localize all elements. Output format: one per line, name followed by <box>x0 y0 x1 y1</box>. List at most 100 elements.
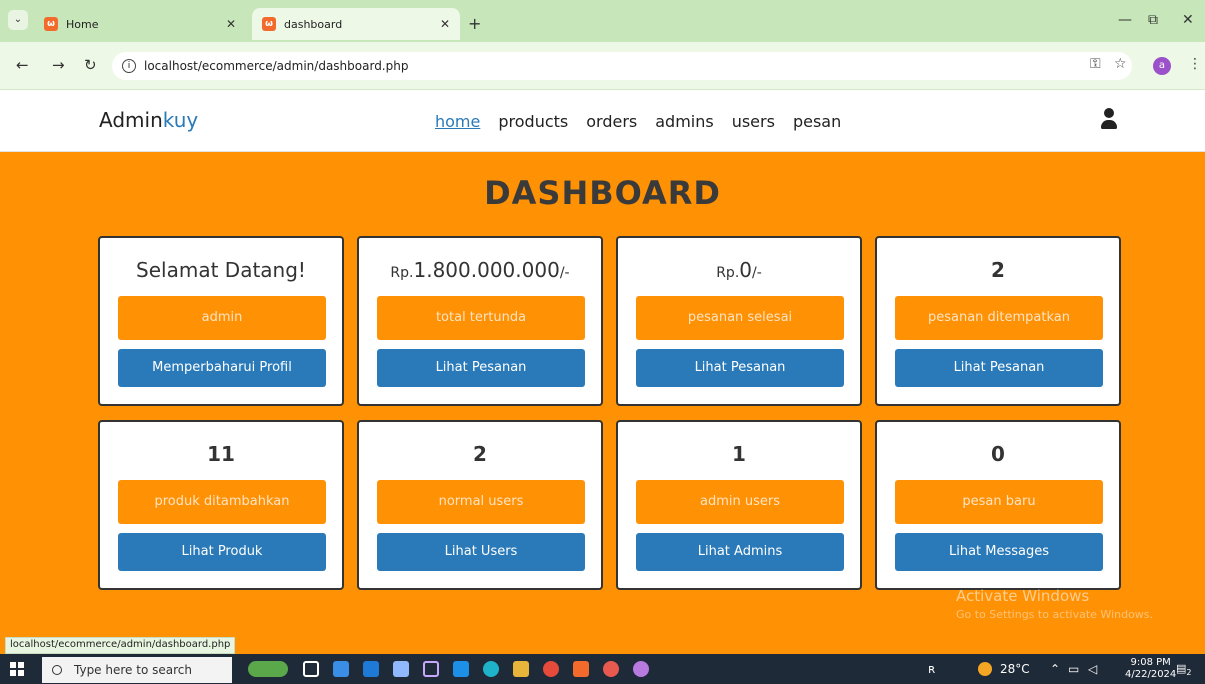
view-products-button[interactable]: Lihat Produk <box>118 533 326 571</box>
view-orders-button[interactable]: Lihat Pesanan <box>636 349 844 387</box>
card-label: admin <box>118 296 326 340</box>
page-title: DASHBOARD <box>484 174 721 212</box>
view-admins-button[interactable]: Lihat Admins <box>636 533 844 571</box>
currency-suffix: /- <box>752 265 762 281</box>
news-widget-icon[interactable] <box>248 661 288 677</box>
nav-pesan[interactable]: pesan <box>793 112 841 131</box>
xampp-favicon-icon: ω <box>262 17 276 31</box>
activate-windows-watermark: Activate Windows <box>956 587 1090 605</box>
clock-date: 4/22/2024 <box>1125 669 1177 680</box>
window-close-icon[interactable]: ✕ <box>1182 12 1194 28</box>
card-value: 11 <box>207 442 235 466</box>
card-welcome: Selamat Datang! admin Memperbaharui Prof… <box>98 236 344 406</box>
card-normal-users: 2 normal users Lihat Users <box>357 420 603 590</box>
forward-icon[interactable]: → <box>52 56 65 74</box>
url-text: localhost/ecommerce/admin/dashboard.php <box>144 59 409 73</box>
password-key-icon[interactable]: ⚿ <box>1090 56 1101 72</box>
link-status-bar: localhost/ecommerce/admin/dashboard.php <box>5 637 236 654</box>
profile-avatar[interactable]: a <box>1153 57 1171 75</box>
nav-products[interactable]: products <box>498 112 568 131</box>
restore-icon[interactable]: ⧉ <box>1148 12 1158 28</box>
card-label: pesan baru <box>895 480 1103 524</box>
system-clock[interactable]: 9:08 PM 4/22/2024 <box>1125 657 1176 681</box>
close-icon[interactable]: ✕ <box>440 17 450 31</box>
tab-title: Home <box>66 17 99 31</box>
browser-menu-icon[interactable]: ⋮ <box>1188 56 1202 72</box>
chrome-profile-a-icon[interactable] <box>633 661 649 677</box>
card-label: produk ditambahkan <box>118 480 326 524</box>
notification-count: 2 <box>1186 668 1192 678</box>
site-logo[interactable]: Adminkuy <box>99 108 198 132</box>
edge-icon[interactable] <box>483 661 499 677</box>
view-orders-button[interactable]: Lihat Pesanan <box>895 349 1103 387</box>
search-icon <box>52 665 62 675</box>
currency-prefix: Rp. <box>390 265 414 281</box>
main-nav: home products orders admins users pesan <box>435 112 841 131</box>
amount: 1.800.000.000 <box>413 258 560 282</box>
card-label: admin users <box>636 480 844 524</box>
card-label: total tertunda <box>377 296 585 340</box>
view-messages-button[interactable]: Lihat Messages <box>895 533 1103 571</box>
user-icon[interactable] <box>1101 108 1117 132</box>
address-bar[interactable]: i localhost/ecommerce/admin/dashboard.ph… <box>112 52 1132 80</box>
windows-taskbar: Type here to search ʀ 28°C ⌃ ▭ ◁ 9:08 PM… <box>0 654 1205 684</box>
visual-studio-icon[interactable] <box>423 661 439 677</box>
nav-admins[interactable]: admins <box>655 112 713 131</box>
volume-icon[interactable]: ◁ <box>1088 662 1097 676</box>
currency-suffix: /- <box>559 265 570 281</box>
mail-icon[interactable] <box>363 661 379 677</box>
bookmark-star-icon[interactable]: ☆ <box>1114 56 1127 72</box>
card-label: normal users <box>377 480 585 524</box>
card-value: Selamat Datang! <box>136 258 306 282</box>
card-pending-total: Rp.1.800.000.000/- total tertunda Lihat … <box>357 236 603 406</box>
minimize-icon[interactable]: — <box>1118 12 1132 28</box>
card-new-messages: 0 pesan baru Lihat Messages <box>875 420 1121 590</box>
chrome-profile-icon[interactable] <box>603 661 619 677</box>
people-icon[interactable]: ʀ <box>928 662 935 676</box>
activate-windows-hint: Go to Settings to activate Windows. <box>956 608 1154 621</box>
browser-toolbar: ← → ↻ i localhost/ecommerce/admin/dashbo… <box>0 42 1205 90</box>
card-value: Rp.1.800.000.000/- <box>359 258 601 282</box>
tray-chevron-icon[interactable]: ⌃ <box>1050 662 1060 676</box>
close-icon[interactable]: ✕ <box>226 17 236 31</box>
card-value: 2 <box>991 258 1005 282</box>
windows-start-icon[interactable] <box>10 662 24 676</box>
reload-icon[interactable]: ↻ <box>84 56 97 74</box>
chrome-icon[interactable] <box>543 661 559 677</box>
currency-prefix: Rp. <box>716 265 740 281</box>
tab-dashboard[interactable]: ω dashboard ✕ <box>252 8 460 40</box>
xampp-icon[interactable] <box>573 661 589 677</box>
card-value: 1 <box>732 442 746 466</box>
new-tab-icon[interactable]: + <box>468 14 481 33</box>
vscode-icon[interactable] <box>453 661 469 677</box>
update-profile-button[interactable]: Memperbaharui Profil <box>118 349 326 387</box>
tab-search-icon[interactable]: ⌄ <box>8 10 28 30</box>
site-header: Adminkuy home products orders admins use… <box>0 90 1205 152</box>
store-icon[interactable] <box>333 661 349 677</box>
task-view-icon[interactable] <box>303 661 319 677</box>
snipping-tool-icon[interactable] <box>393 661 409 677</box>
card-label: pesanan selesai <box>636 296 844 340</box>
file-explorer-icon[interactable] <box>513 661 529 677</box>
taskbar-search-input[interactable]: Type here to search <box>42 657 232 683</box>
weather-temp[interactable]: 28°C <box>1000 662 1030 676</box>
site-info-icon[interactable]: i <box>122 59 136 73</box>
nav-orders[interactable]: orders <box>586 112 637 131</box>
card-admin-users: 1 admin users Lihat Admins <box>616 420 862 590</box>
dashboard-main: DASHBOARD Selamat Datang! admin Memperba… <box>0 152 1205 654</box>
nav-home[interactable]: home <box>435 112 480 131</box>
back-icon[interactable]: ← <box>16 56 29 74</box>
weather-icon[interactable] <box>978 662 992 676</box>
view-users-button[interactable]: Lihat Users <box>377 533 585 571</box>
search-placeholder: Type here to search <box>74 663 192 677</box>
clock-time: 9:08 PM <box>1130 657 1171 668</box>
card-value: Rp.0/- <box>618 258 860 282</box>
nav-users[interactable]: users <box>732 112 775 131</box>
view-orders-button[interactable]: Lihat Pesanan <box>377 349 585 387</box>
logo-main-text: Admin <box>99 108 163 132</box>
network-icon[interactable]: ▭ <box>1068 662 1079 676</box>
notification-icon[interactable]: ▤2 <box>1176 662 1192 677</box>
card-products-added: 11 produk ditambahkan Lihat Produk <box>98 420 344 590</box>
tab-home[interactable]: ω Home ✕ <box>34 8 246 40</box>
card-completed-total: Rp.0/- pesanan selesai Lihat Pesanan <box>616 236 862 406</box>
